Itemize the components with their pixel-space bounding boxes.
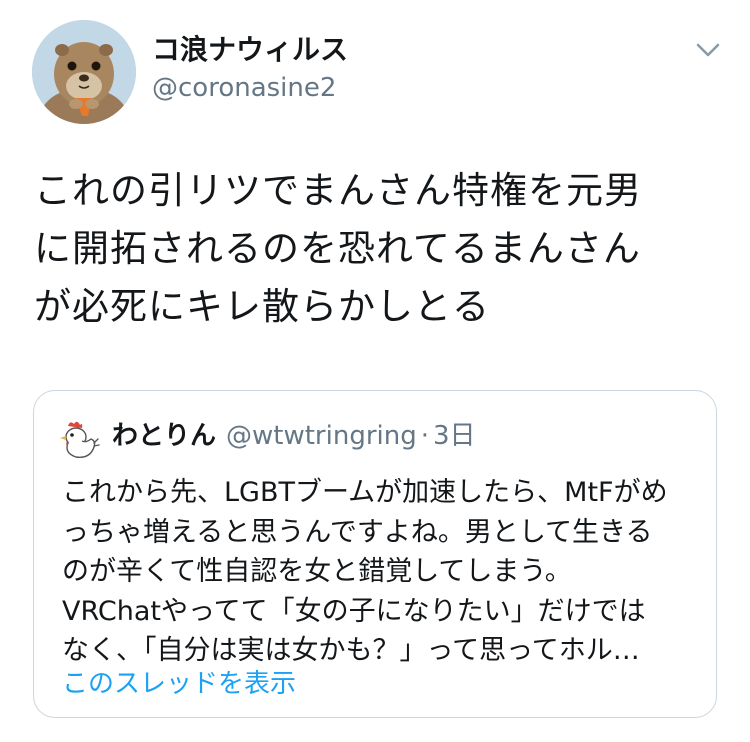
prairie-dog-avatar-image xyxy=(32,20,136,124)
author-handle[interactable]: @coronasine2 xyxy=(152,72,336,104)
quoted-author-name[interactable]: わとりん xyxy=(112,421,216,451)
quoted-tweet-text: これから先、LGBTブームが加速したら、MtFがめ っちゃ増えると思うんですよね… xyxy=(62,477,668,666)
tweet-text: これの引リツでまんさん特権を元男 に開拓されるのを恐れてるまんさん が必死にキレ… xyxy=(34,169,642,328)
show-thread-link[interactable]: このスレッドを表示 xyxy=(62,667,296,701)
quoted-author-handle[interactable]: @wtwtringring xyxy=(226,421,417,451)
chevron-down-icon[interactable] xyxy=(692,36,724,64)
quoted-timestamp[interactable]: 3日 xyxy=(433,421,476,451)
author-name[interactable]: コ浪ナウィルス xyxy=(152,32,348,68)
chicken-icon[interactable] xyxy=(56,417,100,461)
author-avatar[interactable] xyxy=(32,20,136,124)
quoted-tweet-card[interactable]: わとりん @wtwtringring · 3日 これから先、LGBTブームが加速したら… xyxy=(33,390,717,718)
separator-dot: · xyxy=(420,421,429,451)
quoted-header: わとりん @wtwtringring · 3日 xyxy=(112,419,476,453)
